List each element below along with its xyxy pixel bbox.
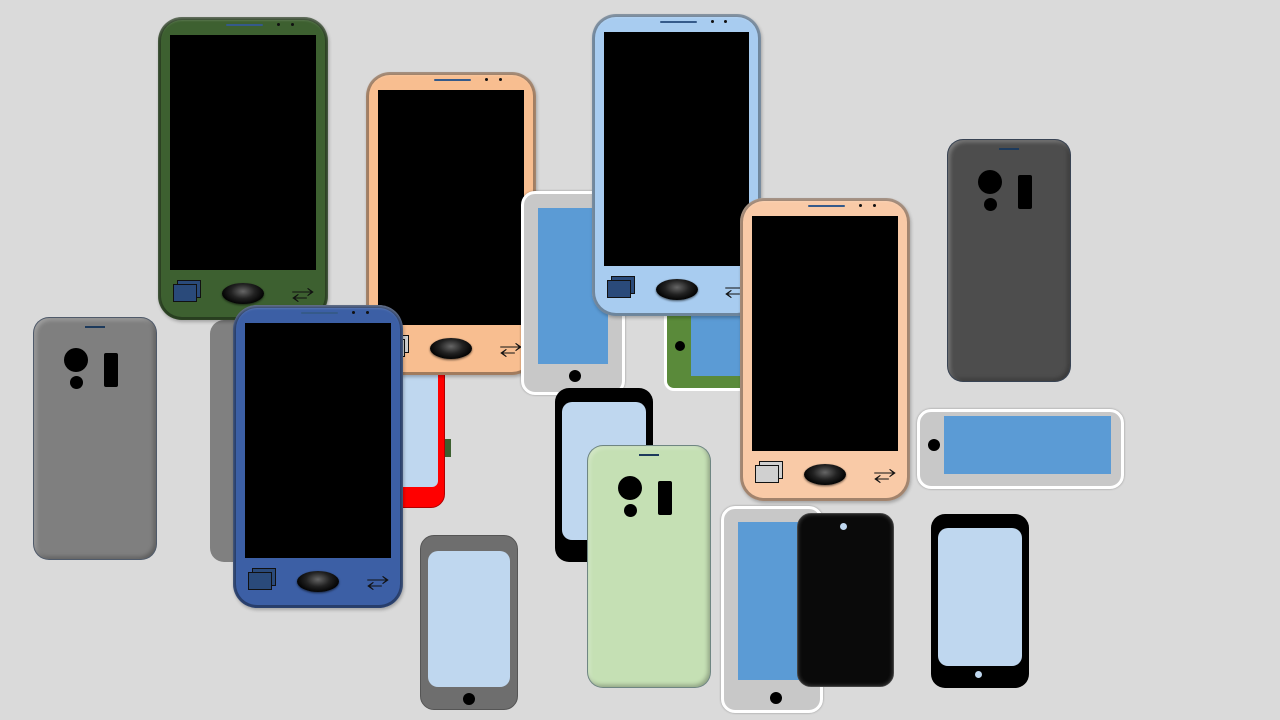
home-button bbox=[222, 283, 264, 304]
green-front-phone: ⥂ bbox=[158, 17, 328, 320]
camera-lens-icon bbox=[978, 170, 1002, 194]
sensor-dot bbox=[859, 204, 863, 207]
front-camera-dot bbox=[724, 20, 728, 23]
speaker-grille bbox=[808, 205, 846, 207]
home-button bbox=[975, 671, 982, 678]
phone-screen bbox=[244, 323, 392, 558]
speaker-grille bbox=[301, 312, 339, 314]
front-camera-dot bbox=[291, 23, 294, 26]
recent-apps-icon bbox=[248, 568, 276, 590]
rear-gray-left-phone bbox=[33, 317, 157, 560]
peach-front-phone-right: ⥂ bbox=[740, 198, 910, 501]
flash-icon bbox=[1018, 175, 1032, 209]
phone-screen bbox=[944, 416, 1111, 474]
rear-mint-phone bbox=[587, 445, 711, 688]
front-camera-dot bbox=[840, 523, 847, 530]
phone-screen bbox=[428, 551, 510, 687]
front-camera-dot bbox=[366, 311, 369, 314]
black-glossy-phone bbox=[797, 513, 894, 687]
sensor-dot bbox=[352, 311, 356, 314]
camera-lens-icon bbox=[618, 476, 642, 500]
phone-collage: ⥂ ⥂ ⥂ ⥂ ⥂ bbox=[0, 0, 1280, 720]
earpiece-slot bbox=[639, 454, 659, 456]
speaker-grille bbox=[226, 24, 264, 26]
lightblue-front-phone: ⥂ bbox=[592, 14, 761, 316]
blue-front-phone: ⥂ bbox=[233, 305, 403, 608]
back-arrow-icon: ⥂ bbox=[366, 568, 390, 592]
home-button bbox=[463, 693, 475, 705]
secondary-lens-icon bbox=[624, 504, 637, 517]
front-camera-dot bbox=[873, 204, 876, 207]
recent-apps-icon bbox=[607, 276, 635, 298]
home-button bbox=[569, 370, 581, 382]
phone-screen bbox=[169, 35, 317, 270]
phone-screen bbox=[377, 90, 525, 325]
speaker-grille bbox=[659, 21, 697, 23]
phone-screen bbox=[603, 32, 750, 266]
home-button bbox=[430, 338, 472, 359]
recent-apps-icon bbox=[755, 461, 783, 483]
camera-lens-icon bbox=[64, 348, 88, 372]
home-button bbox=[655, 279, 698, 300]
earpiece-slot bbox=[85, 326, 105, 328]
home-button bbox=[770, 692, 782, 704]
back-arrow-icon: ⥂ bbox=[873, 461, 897, 485]
earpiece-slot bbox=[999, 148, 1019, 150]
home-button bbox=[675, 341, 685, 351]
recent-apps-icon bbox=[173, 280, 201, 302]
rear-darkgray-right-phone bbox=[947, 139, 1071, 382]
phone-screen bbox=[738, 522, 806, 680]
sensor-dot bbox=[277, 23, 281, 26]
sensor-dot bbox=[485, 78, 489, 81]
phone-screen bbox=[751, 216, 899, 451]
gray-small-phone bbox=[420, 535, 518, 710]
flash-icon bbox=[104, 353, 118, 387]
home-button bbox=[297, 571, 339, 592]
black-phone-right bbox=[931, 514, 1029, 688]
speaker-grille bbox=[434, 79, 472, 81]
home-button bbox=[804, 464, 846, 485]
side-tab bbox=[445, 439, 451, 457]
flash-icon bbox=[658, 481, 672, 515]
secondary-lens-icon bbox=[70, 376, 83, 389]
secondary-lens-icon bbox=[984, 198, 997, 211]
landscape-gray-phone bbox=[917, 409, 1124, 489]
home-button bbox=[928, 439, 940, 451]
front-camera-dot bbox=[499, 78, 502, 81]
back-arrow-icon: ⥂ bbox=[499, 335, 523, 359]
back-arrow-icon: ⥂ bbox=[291, 280, 315, 304]
phone-screen bbox=[938, 528, 1022, 666]
sensor-dot bbox=[710, 20, 714, 23]
